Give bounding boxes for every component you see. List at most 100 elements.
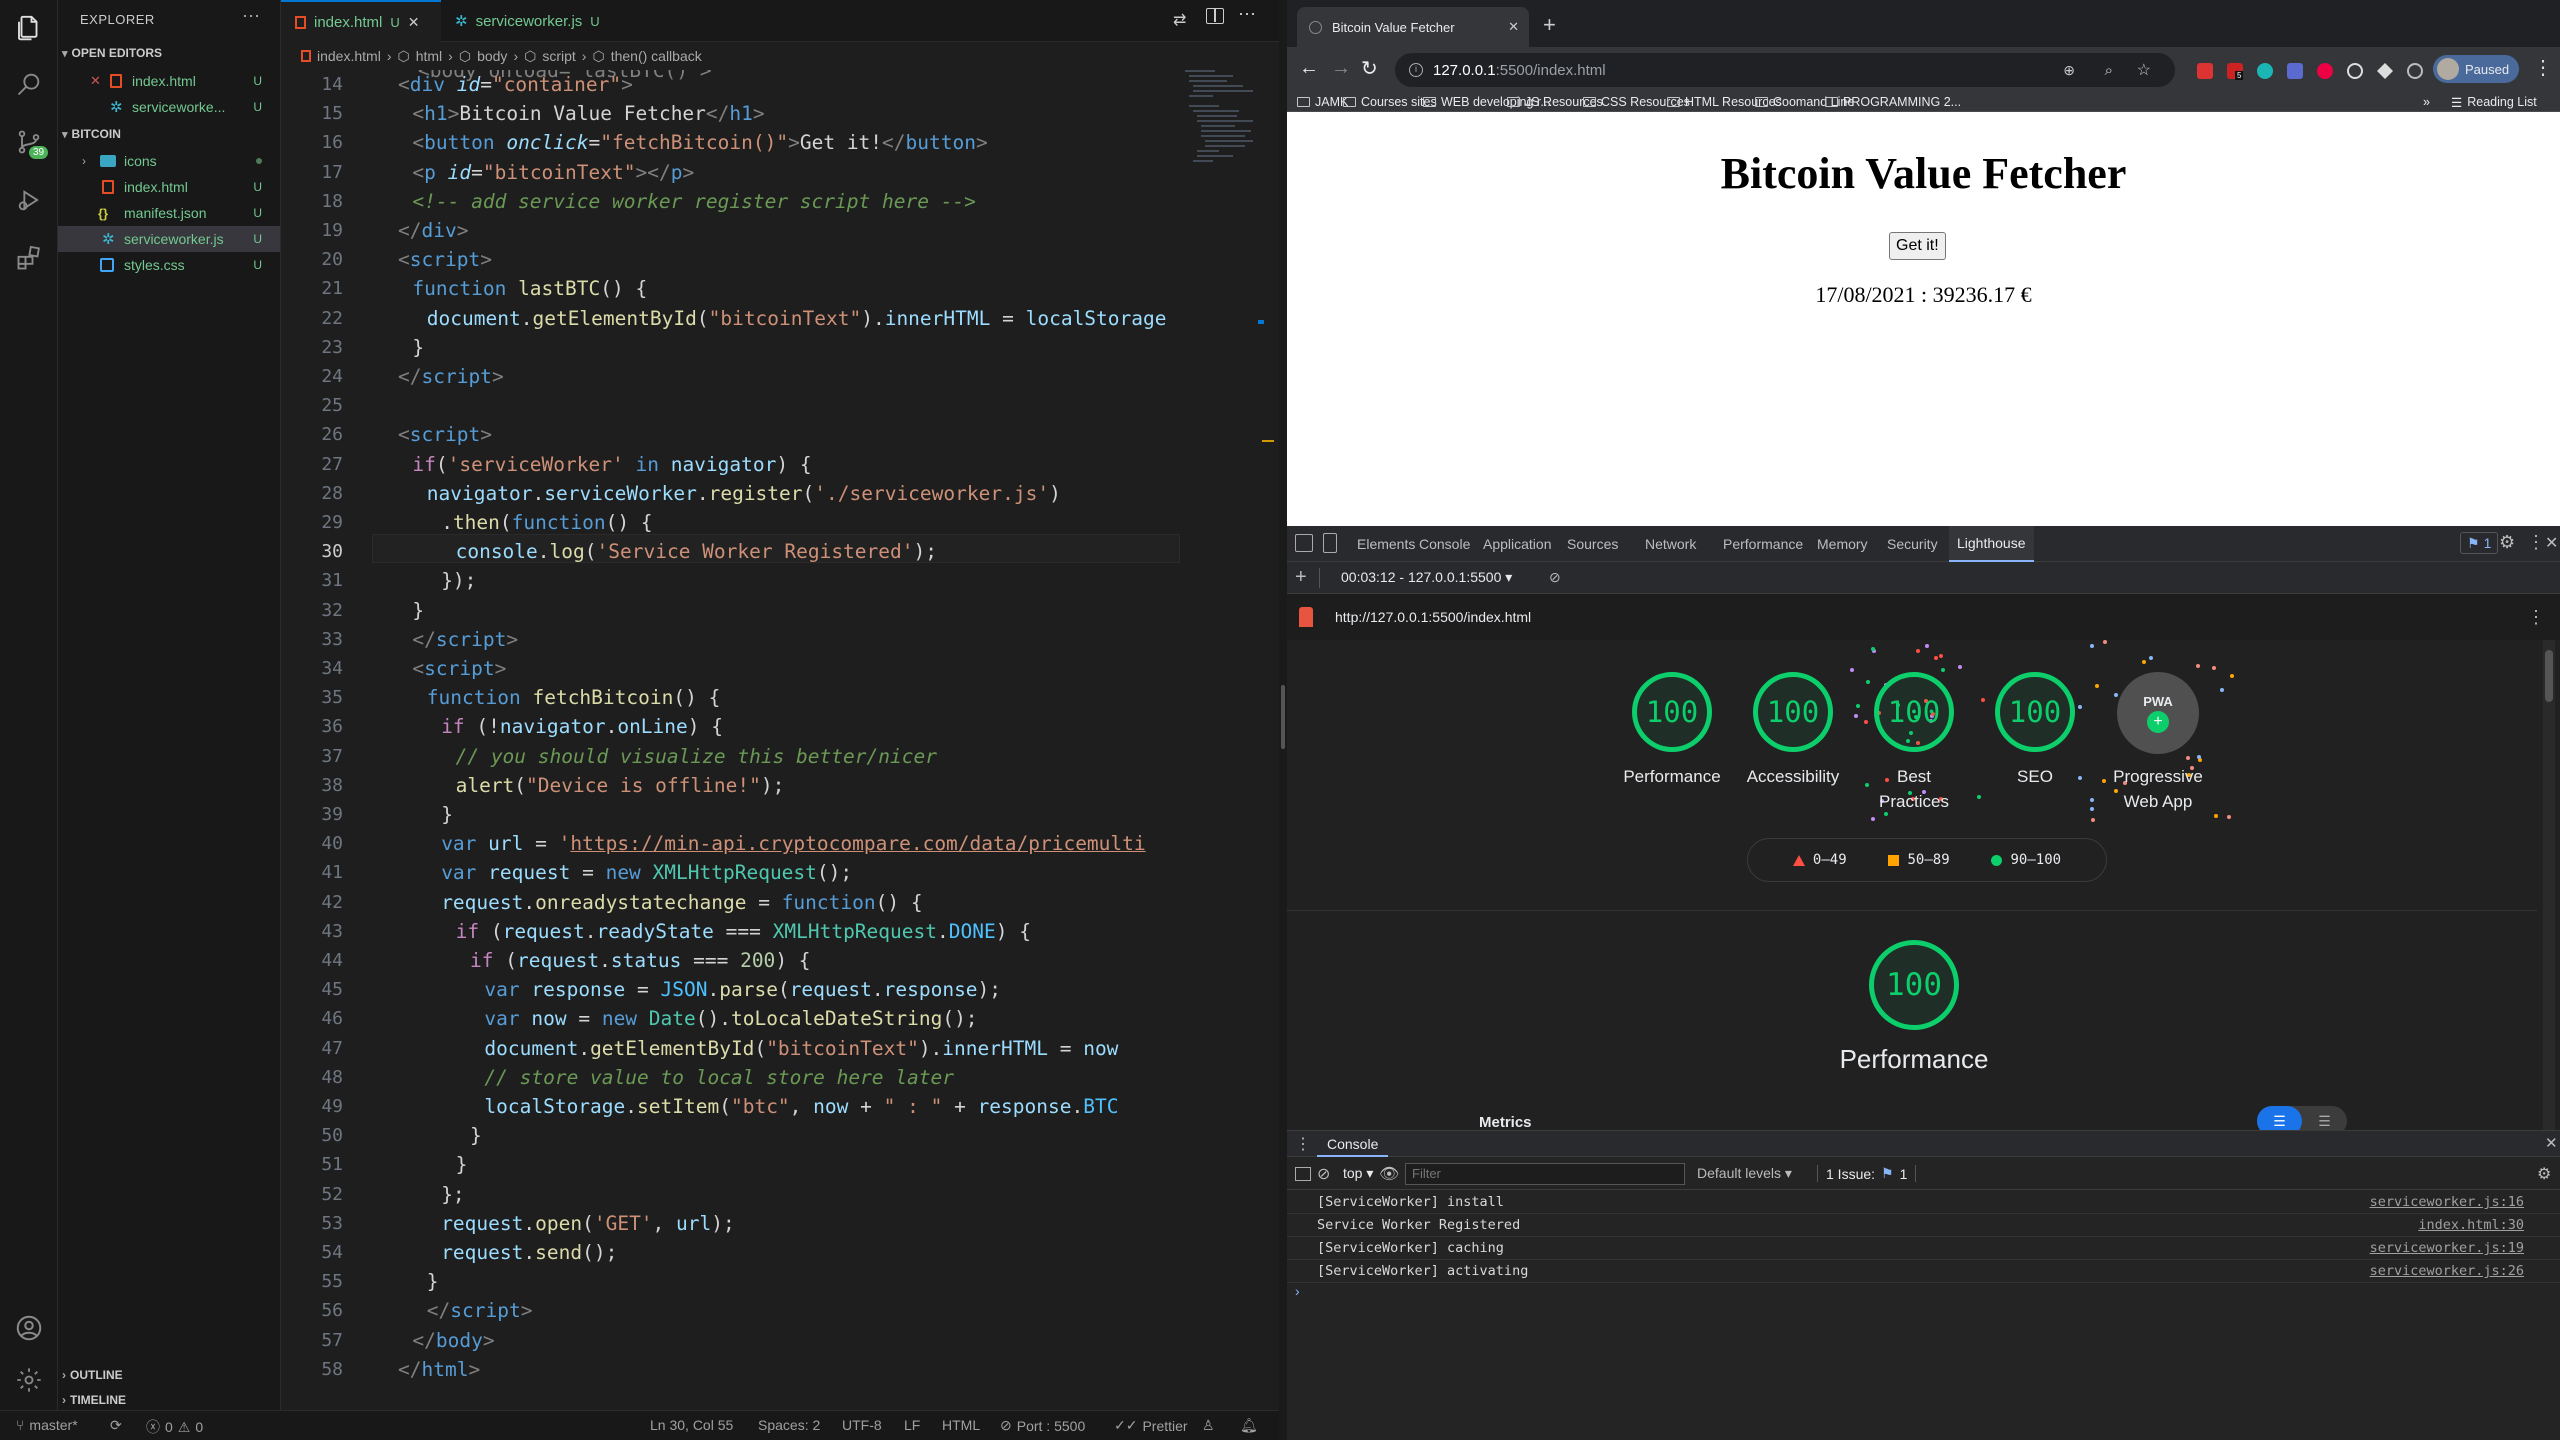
detail-view-icon[interactable]: ☰ [2302, 1106, 2347, 1130]
source-control-icon[interactable]: 39 [11, 124, 49, 160]
get-it-button[interactable]: Get it! [1889, 232, 1946, 260]
browser-tab[interactable]: Bitcoin Value Fetcher ✕ [1297, 7, 1529, 47]
console-source-link[interactable]: serviceworker.js:19 [2370, 1240, 2524, 1256]
devtools-tab[interactable]: Application [1475, 526, 1560, 562]
back-icon[interactable]: ← [1299, 57, 1319, 80]
split-editor-icon[interactable] [1206, 8, 1224, 24]
close-icon[interactable]: ✕ [2545, 533, 2558, 553]
breadcrumb-item[interactable]: html [416, 48, 442, 64]
inspect-element-icon[interactable] [1295, 534, 1313, 552]
devtools-tab[interactable]: Lighthouse [1949, 526, 2034, 562]
device-toolbar-icon[interactable] [1323, 533, 1337, 553]
cursor-position[interactable]: Ln 30, Col 55 [650, 1417, 733, 1433]
open-editors-section[interactable]: ▾ OPEN EDITORS [62, 46, 162, 60]
run-debug-icon[interactable] [11, 182, 47, 218]
settings-gear-icon[interactable]: ⚙ [2499, 532, 2515, 553]
view-toggle[interactable]: ☰ ☰ [2257, 1106, 2347, 1130]
filter-input[interactable] [1405, 1162, 1685, 1185]
score-gauge[interactable]: 100 [1632, 672, 1712, 752]
language-mode[interactable]: HTML [942, 1417, 980, 1433]
open-changes-icon[interactable]: ⇄ [1173, 10, 1186, 30]
log-levels-select[interactable]: Default levels ▾ [1697, 1165, 1792, 1182]
drawer-menu-icon[interactable]: ⋮ [1295, 1134, 1311, 1154]
score-gauge[interactable]: 100 [1995, 672, 2075, 752]
file-tree-item[interactable]: index.html U [58, 174, 280, 200]
close-icon[interactable]: ✕ [408, 14, 420, 31]
more-options-icon[interactable]: ⋮ [2527, 532, 2545, 553]
close-icon[interactable]: ✕ [1508, 19, 1519, 35]
close-icon[interactable]: ✕ [90, 73, 101, 89]
extension-icon[interactable] [2197, 63, 2213, 79]
tab-console[interactable]: Console [1317, 1131, 1389, 1157]
sidebar-toggle-icon[interactable] [1295, 1166, 1311, 1181]
reading-list-button[interactable]: ☰ Reading List [2451, 92, 2537, 112]
extension-icon[interactable] [2407, 63, 2423, 79]
explorer-icon[interactable] [11, 10, 47, 46]
extension-icon[interactable] [2287, 63, 2303, 79]
account-icon[interactable] [11, 1310, 47, 1346]
notifications-icon[interactable]: 🔔︎ [1240, 1417, 1258, 1434]
breadcrumb-item[interactable]: script [542, 48, 575, 64]
pwa-badge[interactable]: PWA + [2117, 672, 2199, 754]
file-tree-item[interactable]: styles.css U [58, 252, 280, 278]
minimap[interactable] [1185, 70, 1265, 190]
open-editor-item[interactable]: ✕ index.html U [58, 68, 280, 94]
bookmark-folder[interactable]: PROGRAMMING 2... [1825, 92, 1961, 112]
breadcrumb-item[interactable]: body [477, 48, 507, 64]
report-selector[interactable]: 00:03:12 - 127.0.0.1:5500 ▾ [1341, 569, 1512, 586]
prettier-indicator[interactable]: ✓✓ Prettier [1114, 1417, 1188, 1434]
score-gauge[interactable]: 100 [1753, 672, 1833, 752]
forward-icon[interactable]: → [1331, 57, 1351, 80]
breadcrumb-item[interactable]: then() callback [611, 48, 702, 64]
console-source-link[interactable]: serviceworker.js:26 [2370, 1263, 2524, 1279]
list-view-icon[interactable]: ☰ [2257, 1106, 2302, 1130]
sync-icon[interactable]: ⟳ [110, 1417, 122, 1434]
bookmark-star-icon[interactable]: ☆ [2137, 60, 2151, 80]
performance-big-gauge[interactable]: 100 [1869, 940, 1959, 1030]
devtools-tab[interactable]: Security [1879, 526, 1946, 562]
clear-console-icon[interactable]: ⊘ [1317, 1164, 1330, 1184]
devtools-tab[interactable]: Console [1411, 526, 1478, 562]
info-icon[interactable]: i [1409, 63, 1423, 77]
console-issues-button[interactable]: 1 Issue: ⚑ 1 [1817, 1165, 1917, 1182]
problems-indicator[interactable]: ⓧ 0 ⚠ 0 [146, 1417, 203, 1437]
search-icon[interactable] [11, 66, 47, 102]
close-icon[interactable]: ✕ [2545, 1134, 2558, 1152]
split-divider[interactable] [1279, 0, 1287, 1440]
more-actions-icon[interactable]: ⋯ [242, 6, 260, 27]
console-prompt-icon[interactable]: › [1295, 1283, 1300, 1299]
project-section[interactable]: ▾ BITCOIN [62, 127, 121, 141]
issues-badge[interactable]: ⚑ 1 [2460, 532, 2499, 554]
context-selector[interactable]: top ▾ [1343, 1165, 1373, 1182]
reload-icon[interactable]: ↻ [1361, 56, 1378, 81]
devtools-tab[interactable]: Performance [1715, 526, 1811, 562]
install-app-icon[interactable]: ⊕ [2063, 62, 2075, 79]
branch-indicator[interactable]: ⑂ master* [16, 1417, 78, 1433]
console-settings-gear-icon[interactable]: ⚙ [2537, 1164, 2551, 1184]
feedback-icon[interactable]: ♙ [1202, 1417, 1215, 1434]
extension-icon[interactable] [2317, 63, 2333, 79]
tab-serviceworker-js[interactable]: ✲ serviceworker.js U [441, 0, 621, 42]
live-server-indicator[interactable]: ⊘ Port : 5500 [1000, 1417, 1085, 1434]
tab-index-html[interactable]: index.html U ✕ [281, 0, 441, 42]
console-source-link[interactable]: index.html:30 [2418, 1217, 2524, 1233]
encoding[interactable]: UTF-8 [842, 1417, 882, 1433]
score-gauge[interactable]: 100 [1874, 672, 1954, 752]
breadcrumb-item[interactable]: index.html [317, 48, 381, 64]
zoom-icon[interactable]: ⌕ [2105, 62, 2113, 79]
end-of-line[interactable]: LF [904, 1417, 920, 1433]
extension-icon[interactable] [2257, 63, 2273, 79]
file-tree-item[interactable]: {} manifest.json U [58, 200, 280, 226]
chrome-menu-icon[interactable]: ⋮ [2533, 55, 2553, 80]
extensions-icon[interactable] [11, 240, 47, 276]
outline-section[interactable]: › OUTLINE [62, 1368, 123, 1382]
open-editor-item[interactable]: ✲ serviceworke... U [58, 94, 280, 120]
code-editor[interactable]: <body onload="lastBTC()"> <div id="conta… [372, 70, 1180, 1410]
extension-icon[interactable] [2377, 63, 2393, 79]
console-source-link[interactable]: serviceworker.js:16 [2370, 1194, 2524, 1210]
devtools-tab[interactable]: Sources [1559, 526, 1626, 562]
report-menu-icon[interactable]: ⋮ [2527, 607, 2545, 628]
file-tree-item[interactable]: › icons [58, 148, 280, 174]
scrollbar[interactable] [2543, 640, 2555, 1130]
new-tab-icon[interactable]: + [1543, 12, 1556, 38]
